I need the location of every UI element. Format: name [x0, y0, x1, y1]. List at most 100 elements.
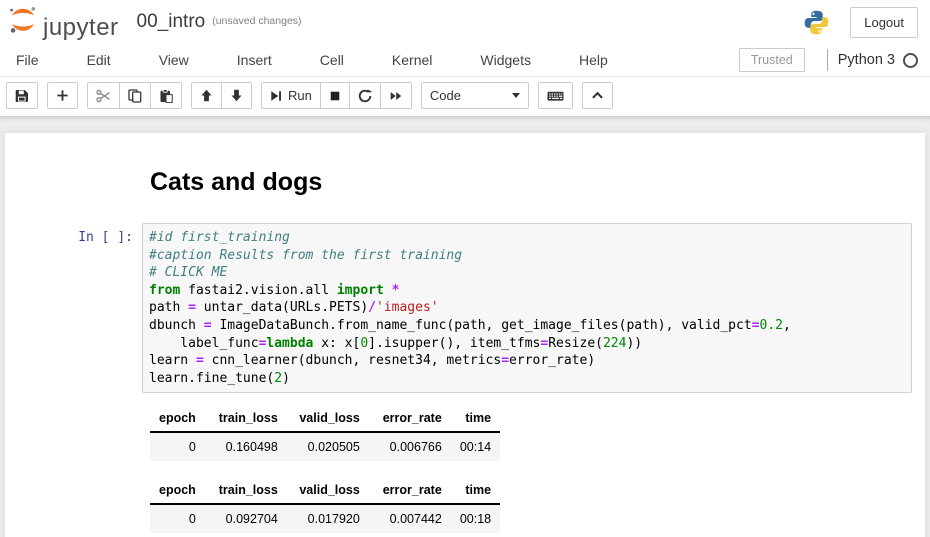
menu-item-help[interactable]: Help — [565, 44, 622, 76]
cut-cells-button[interactable] — [87, 82, 120, 109]
page-background-band — [0, 116, 930, 133]
table-cell: 0.006766 — [369, 432, 451, 461]
jupyter-planet-icon — [8, 5, 38, 40]
scissors-icon — [96, 89, 111, 103]
kernel-idle-indicator-icon — [903, 53, 918, 68]
move-cell-down-button[interactable] — [221, 82, 252, 109]
table-cell: 00:18 — [451, 533, 500, 537]
trusted-badge[interactable]: Trusted — [739, 48, 805, 72]
stop-icon — [329, 90, 341, 102]
menu-bar: FileEditViewInsertCellKernelWidgetsHelp … — [0, 44, 930, 77]
kernel-name: Python 3 — [838, 52, 895, 68]
save-icon — [15, 89, 29, 103]
code-line: #id first_training — [149, 229, 905, 247]
menu-item-edit[interactable]: Edit — [73, 44, 125, 76]
jupyter-logo[interactable]: jupyter — [8, 5, 119, 40]
command-palette-button[interactable] — [538, 82, 573, 109]
fast-forward-icon — [389, 90, 403, 102]
table-cell: 00:18 — [451, 504, 500, 533]
code-line: learn.fine_tune(2) — [149, 370, 905, 388]
training-results-table: epochtrain_lossvalid_losserror_ratetime0… — [150, 478, 500, 537]
column-header: train_loss — [205, 406, 287, 432]
menu-item-file[interactable]: File — [2, 44, 53, 76]
menu-item-kernel[interactable]: Kernel — [378, 44, 446, 76]
insert-cell-below-button[interactable] — [47, 82, 78, 109]
copy-cells-button[interactable] — [119, 82, 151, 109]
code-line: label_func=lambda x: x[0].isupper(), ite… — [149, 335, 905, 353]
column-header: train_loss — [205, 478, 287, 504]
column-header: valid_loss — [287, 478, 369, 504]
plus-icon — [56, 89, 69, 102]
toolbar: Run Code — [0, 77, 930, 116]
logout-button[interactable]: Logout — [850, 7, 918, 38]
run-button-label: Run — [288, 88, 312, 103]
table-cell: 0.017920 — [287, 504, 369, 533]
menu-bar-items: File Edit View Insert Cell Kernel Widgets Help — [0, 44, 622, 76]
notebook-header: jupyter 00_intro (unsaved changes) Logou… — [0, 0, 930, 116]
markdown-heading: Cats and dogs — [150, 168, 925, 197]
chevron-up-icon — [591, 90, 604, 101]
save-button[interactable] — [6, 82, 38, 109]
cell-type-dropdown[interactable]: Code — [421, 82, 529, 109]
paste-icon — [159, 89, 173, 103]
column-header: time — [451, 478, 500, 504]
jupyter-logo-text: jupyter — [43, 16, 119, 40]
kernel-separator — [827, 49, 828, 71]
markdown-cell[interactable]: Cats and dogs — [5, 168, 925, 197]
chevron-down-icon — [512, 93, 520, 98]
table-cell: 0 — [150, 432, 205, 461]
table-cell: 0.027785 — [205, 533, 287, 537]
table-cell: 0.092704 — [205, 504, 287, 533]
table-row: 00.1604980.0205050.00676600:14 — [150, 432, 500, 461]
menu-item-widgets[interactable]: Widgets — [466, 44, 545, 76]
paste-cells-button[interactable] — [150, 82, 182, 109]
restart-kernel-button[interactable] — [349, 82, 381, 109]
table-cell: 0.012449 — [287, 533, 369, 537]
training-results-table: epochtrain_lossvalid_losserror_ratetime0… — [150, 406, 500, 461]
column-header: error_rate — [369, 406, 451, 432]
table-cell: 0.007442 — [369, 504, 451, 533]
interrupt-kernel-button[interactable] — [320, 82, 350, 109]
table-cell: 0 — [150, 504, 205, 533]
code-line: learn = cnn_learner(dbunch, resnet34, me… — [149, 352, 905, 370]
arrow-up-icon — [200, 89, 213, 102]
move-cell-up-button[interactable] — [191, 82, 222, 109]
code-cell[interactable]: In [ ]: #id first_training#caption Resul… — [5, 223, 925, 393]
notebook-container: Cats and dogs In [ ]: #id first_training… — [5, 133, 925, 537]
table-cell: 0.020505 — [287, 432, 369, 461]
python-logo-icon — [803, 9, 830, 36]
code-line: #caption Results from the first training — [149, 247, 905, 265]
keyboard-icon — [547, 89, 564, 103]
table-cell: 0.160498 — [205, 432, 287, 461]
code-line: from fastai2.vision.all import * — [149, 282, 905, 300]
arrow-down-icon — [230, 89, 243, 102]
column-header: epoch — [150, 406, 205, 432]
run-cell-button[interactable]: Run — [261, 82, 321, 109]
collapse-toolbar-button[interactable] — [582, 82, 613, 109]
column-header: epoch — [150, 478, 205, 504]
column-header: valid_loss — [287, 406, 369, 432]
menu-item-cell[interactable]: Cell — [306, 44, 358, 76]
restart-run-all-button[interactable] — [380, 82, 412, 109]
refresh-icon — [358, 89, 372, 103]
table-row: 10.0277850.0124490.00541300:18 — [150, 533, 500, 537]
cell-type-selected: Code — [430, 88, 512, 103]
output-area: epochtrain_lossvalid_losserror_ratetime0… — [150, 406, 925, 537]
checkpoint-status: (unsaved changes) — [212, 15, 301, 28]
column-header: time — [451, 406, 500, 432]
table-cell: 0.005413 — [369, 533, 451, 537]
code-line: path = untar_data(URLs.PETS)/'images' — [149, 299, 905, 317]
code-area: #id first_training#caption Results from … — [149, 229, 905, 387]
menu-item-view[interactable]: View — [145, 44, 203, 76]
step-forward-icon — [270, 90, 282, 102]
menu-item-insert[interactable]: Insert — [223, 44, 286, 76]
code-input-area[interactable]: #id first_training#caption Results from … — [142, 223, 912, 393]
table-cell: 00:14 — [451, 432, 500, 461]
input-prompt: In [ ]: — [52, 223, 142, 247]
code-line: dbunch = ImageDataBunch.from_name_func(p… — [149, 317, 905, 335]
notebook-title[interactable]: 00_intro — [137, 12, 206, 33]
code-line: # CLICK ME — [149, 264, 905, 282]
column-header: error_rate — [369, 478, 451, 504]
table-cell: 1 — [150, 533, 205, 537]
table-row: 00.0927040.0179200.00744200:18 — [150, 504, 500, 533]
